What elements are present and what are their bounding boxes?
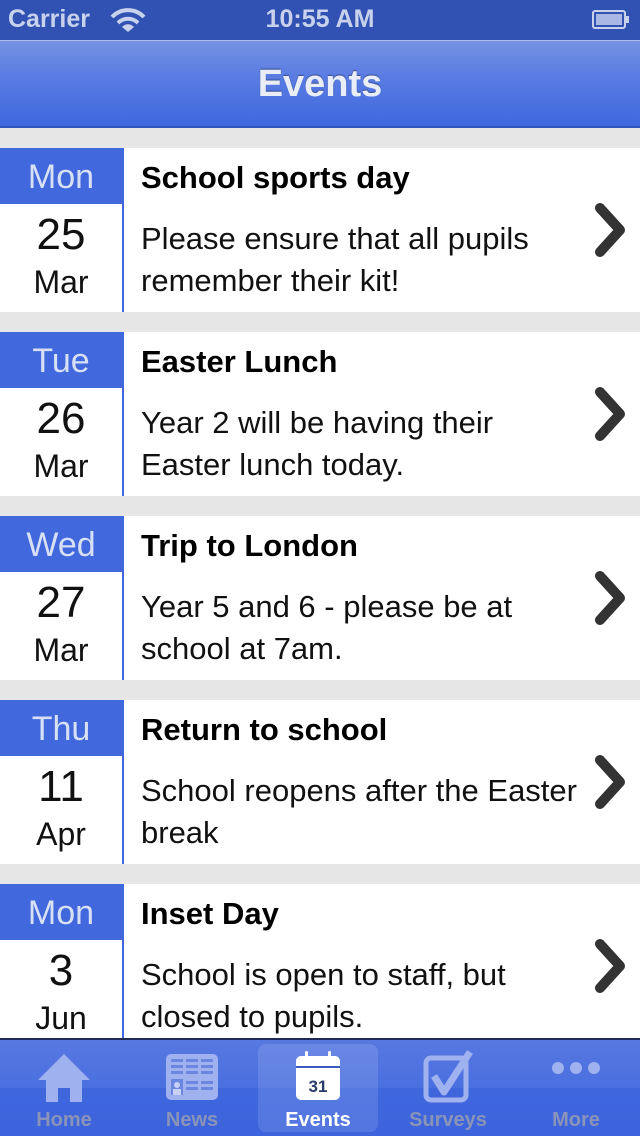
month: Mar bbox=[33, 632, 89, 668]
event-row[interactable]: Mon 3 Jun Inset Day School is open to st… bbox=[0, 884, 640, 1048]
date-box: Mon 25 Mar bbox=[0, 148, 124, 312]
event-description: School is open to staff, but closed to p… bbox=[141, 957, 506, 1034]
tab-surveys[interactable]: Surveys bbox=[384, 1040, 512, 1136]
navigation-bar: Events bbox=[0, 40, 640, 128]
event-title: Easter Lunch bbox=[141, 344, 338, 379]
chevron-right-icon[interactable] bbox=[592, 384, 628, 444]
date-box: Mon 3 Jun bbox=[0, 884, 124, 1048]
day-number: 25 bbox=[36, 210, 86, 259]
page-title: Events bbox=[257, 63, 383, 105]
date-box: Wed 27 Mar bbox=[0, 516, 124, 680]
month: Jun bbox=[35, 1000, 87, 1036]
date-box: Tue 26 Mar bbox=[0, 332, 124, 496]
tab-more[interactable]: More bbox=[512, 1040, 640, 1136]
day-of-week: Thu bbox=[0, 700, 122, 756]
battery-icon bbox=[592, 10, 629, 29]
day-number: 26 bbox=[36, 394, 86, 443]
month: Mar bbox=[33, 448, 89, 484]
day-number: 11 bbox=[38, 762, 84, 811]
chevron-right-icon[interactable] bbox=[592, 936, 628, 996]
chevron-right-icon[interactable] bbox=[592, 752, 628, 812]
event-row[interactable]: Tue 26 Mar Easter Lunch Year 2 will be h… bbox=[0, 332, 640, 496]
clock: 10:55 AM bbox=[265, 5, 375, 33]
tab-label: News bbox=[165, 1109, 219, 1131]
more-icon bbox=[552, 1062, 600, 1074]
tab-home[interactable]: Home bbox=[0, 1040, 128, 1136]
day-of-week: Tue bbox=[0, 332, 122, 388]
status-bar: Carrier 10:55 AM bbox=[0, 0, 640, 40]
checkbox-icon bbox=[423, 1050, 473, 1103]
tab-label: Events bbox=[285, 1109, 351, 1131]
day-number: 3 bbox=[48, 946, 74, 995]
event-row[interactable]: Mon 25 Mar School sports day Please ensu… bbox=[0, 148, 640, 312]
tab-label: More bbox=[552, 1109, 600, 1131]
day-number: 27 bbox=[36, 578, 86, 627]
day-of-week: Mon bbox=[0, 884, 122, 940]
date-box: Thu 11 Apr bbox=[0, 700, 124, 864]
event-title: Return to school bbox=[141, 712, 388, 747]
event-row[interactable]: Thu 11 Apr Return to school School reope… bbox=[0, 700, 640, 864]
news-icon bbox=[166, 1054, 218, 1100]
event-title: Inset Day bbox=[141, 896, 279, 931]
chevron-right-icon[interactable] bbox=[592, 568, 628, 628]
events-list: Mon 25 Mar School sports day Please ensu… bbox=[0, 148, 640, 1068]
calendar-badge: 31 bbox=[309, 1077, 328, 1096]
event-description: School reopens after the Easter break bbox=[141, 773, 577, 850]
tab-label: Surveys bbox=[409, 1109, 487, 1131]
day-of-week: Wed bbox=[0, 516, 122, 572]
event-row[interactable]: Wed 27 Mar Trip to London Year 5 and 6 -… bbox=[0, 516, 640, 680]
tab-events[interactable]: 31 Events bbox=[258, 1044, 378, 1132]
month: Apr bbox=[36, 816, 86, 852]
event-description: Year 2 will be having their Easter lunch… bbox=[141, 405, 494, 482]
event-title: School sports day bbox=[141, 160, 410, 195]
calendar-icon: 31 bbox=[296, 1051, 340, 1100]
home-icon bbox=[38, 1054, 90, 1102]
event-description: Please ensure that all pupils remember t… bbox=[141, 221, 529, 298]
day-of-week: Mon bbox=[0, 148, 122, 204]
chevron-right-icon[interactable] bbox=[592, 200, 628, 260]
event-description: Year 5 and 6 - please be at school at 7a… bbox=[141, 589, 513, 666]
tab-label: Home bbox=[36, 1109, 92, 1131]
tab-bar: Home News 31 Events Surveys More bbox=[0, 1038, 640, 1136]
tab-news[interactable]: News bbox=[128, 1040, 256, 1136]
month: Mar bbox=[33, 264, 89, 300]
event-title: Trip to London bbox=[141, 528, 358, 563]
